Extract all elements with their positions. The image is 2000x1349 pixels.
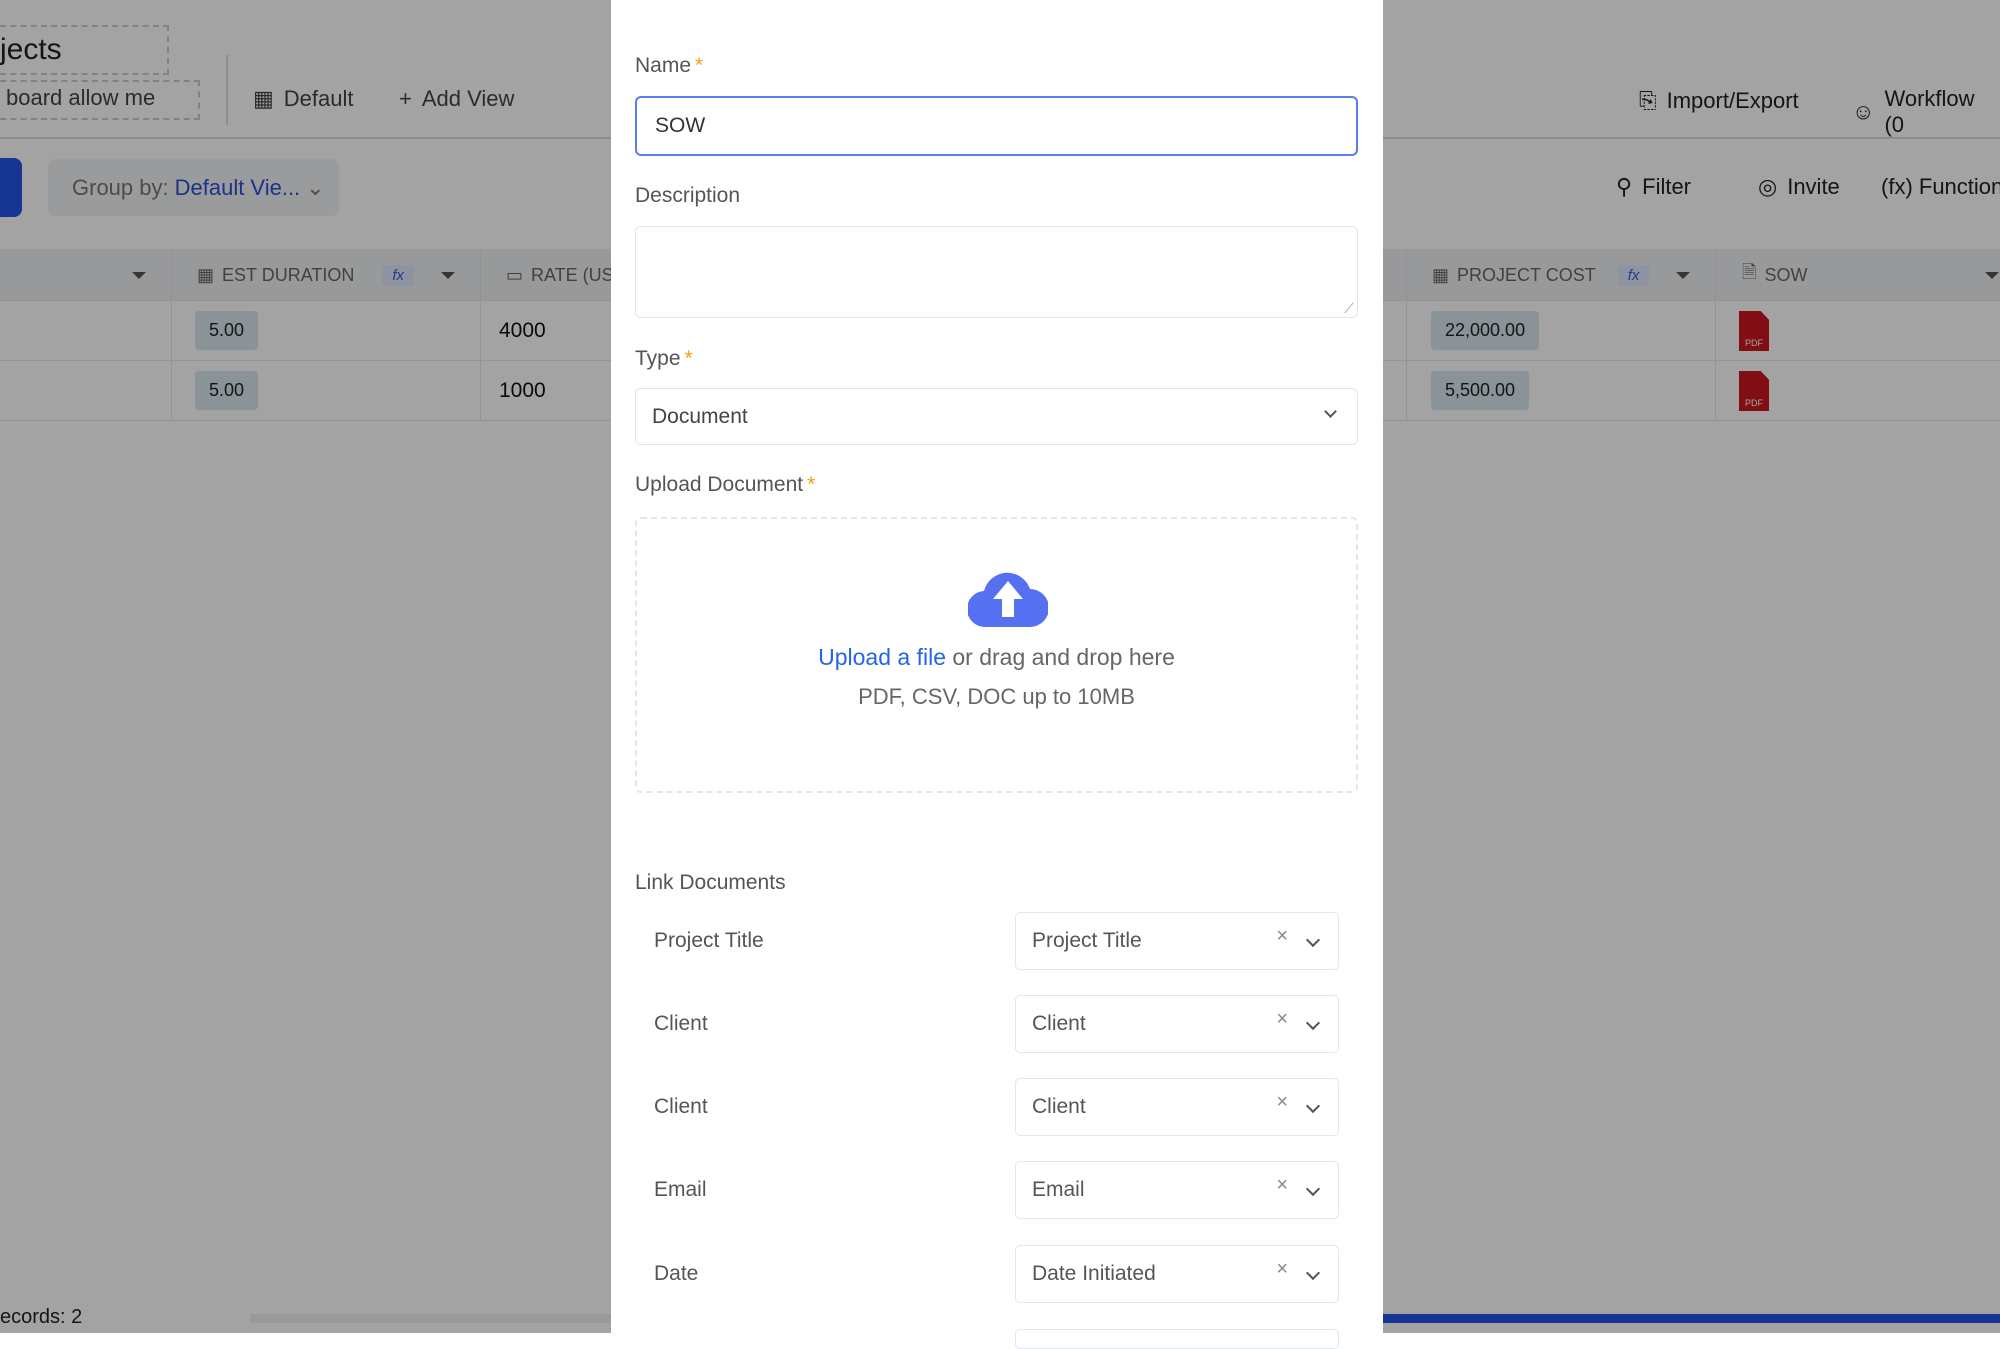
clear-icon[interactable]: × [1276, 1091, 1288, 1114]
name-input[interactable]: SOW [635, 96, 1358, 156]
link-row: Client Client × [611, 995, 1383, 1053]
link-select[interactable]: Client × [1015, 1078, 1339, 1136]
link-row: Email Email × [611, 1161, 1383, 1219]
link-select[interactable]: Email × [1015, 1161, 1339, 1219]
name-label: Name * [635, 54, 704, 77]
link-documents-label: Link Documents [635, 871, 786, 894]
link-select[interactable]: Project Title × [1015, 912, 1339, 970]
link-select[interactable]: Date Initiated × [1015, 1245, 1339, 1303]
chevron-down-icon [1305, 932, 1321, 948]
clear-icon[interactable]: × [1276, 1258, 1288, 1281]
type-select[interactable]: Document [635, 388, 1358, 445]
upload-instruction: Upload a file or drag and drop here [818, 644, 1175, 670]
link-row: Project Title Project Title × [611, 912, 1383, 970]
add-document-modal: Name * SOW Description ⟋ Type * Document U… [611, 0, 1383, 1349]
type-label: Type * [635, 347, 693, 370]
upload-file-link[interactable]: Upload a file [818, 644, 946, 670]
chevron-down-icon [1305, 1015, 1321, 1031]
chevron-down-icon [1305, 1181, 1321, 1197]
upload-label: Upload Document * [635, 473, 816, 496]
chevron-down-icon [1305, 1265, 1321, 1281]
upload-hint: PDF, CSV, DOC up to 10MB [858, 684, 1135, 709]
description-label: Description [635, 184, 741, 207]
link-select[interactable] [1015, 1329, 1339, 1349]
description-textarea[interactable]: ⟋ [635, 226, 1358, 318]
clear-icon[interactable]: × [1276, 1008, 1288, 1031]
resize-handle-icon[interactable]: ⟋ [1344, 300, 1354, 317]
clear-icon[interactable]: × [1276, 925, 1288, 948]
upload-dropzone[interactable]: Upload a file or drag and drop here PDF,… [635, 517, 1358, 793]
link-row: Date Date Initiated × [611, 1245, 1383, 1303]
chevron-down-icon [1324, 405, 1337, 418]
cloud-upload-icon [968, 572, 1048, 627]
link-select[interactable]: Client × [1015, 995, 1339, 1053]
clear-icon[interactable]: × [1276, 1174, 1288, 1197]
chevron-down-icon [1305, 1098, 1321, 1114]
link-row: Client Client × [611, 1078, 1383, 1136]
